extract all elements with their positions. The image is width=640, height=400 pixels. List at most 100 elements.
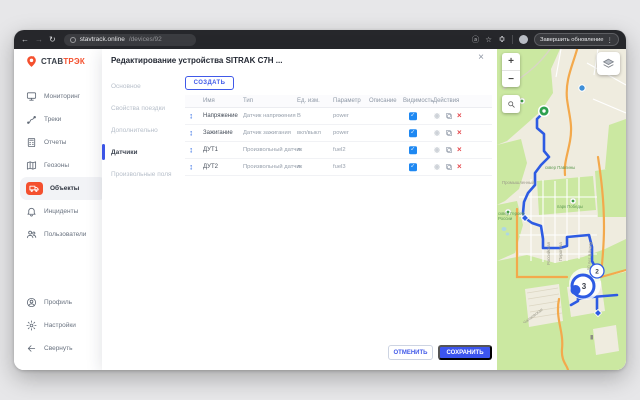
copy-icon[interactable] [445,163,453,171]
layers-icon [602,57,615,70]
app-root: СТАВТРЭК Мониторинг Треки Отчеты [14,49,626,370]
map-layers-button[interactable] [597,52,620,75]
row-actions: × [433,163,462,171]
finish-update-label: Завершить обновление [540,37,604,43]
cancel-button[interactable]: ОТМЕНИТЬ [388,345,433,360]
sensor-name: ДУТ2 [203,164,218,170]
tab-custom-fields[interactable]: Произвольные поля [102,163,182,185]
sensor-param: fuel3 [333,164,346,170]
visibility-checkbox[interactable]: ✓ [409,163,417,171]
poi-marker[interactable] [579,85,585,91]
sidebar-item-reports[interactable]: Отчеты [20,131,106,154]
sidebar-item-label: Объекты [50,185,79,192]
chrome-menu-icon[interactable]: ⋮ [607,36,614,44]
col-actions: Действия [433,98,459,104]
sidebar-nav: Мониторинг Треки Отчеты Геозоны [14,85,112,246]
sensor-type: Произвольный датчик [243,147,302,153]
visibility-checkbox[interactable]: ✓ [409,146,417,154]
delete-icon[interactable]: × [457,112,462,120]
table-row: ↕ ДУТ2 Произвольный датчик л fuel3 ✓ × [185,159,492,176]
copy-icon[interactable] [445,146,453,154]
profile-avatar[interactable] [519,35,528,44]
visibility-checkbox[interactable]: ✓ [409,129,417,137]
sensor-name: Напряжение [203,113,238,119]
map[interactable]: 3 2 Промышленный сквер Пав [497,49,626,370]
chrome-divider [512,35,513,44]
browser-chrome: ← → ↻ stavtrack.online/devices/92 ⓐ ☆ За… [14,30,626,49]
row-actions: × [433,112,462,120]
delete-icon[interactable]: × [457,129,462,137]
translate-icon[interactable]: ⓐ [472,36,480,44]
col-type: Тип [243,98,253,104]
panel-tabs: Основное Свойства поездки Дополнительно … [102,75,182,185]
sidebar-footer: Профиль Настройки Свернуть [14,291,112,360]
sidebar-item-geozones[interactable]: Геозоны [20,154,106,177]
visibility-checkbox[interactable]: ✓ [409,112,417,120]
col-desc: Описание [369,98,397,104]
map-search-button[interactable] [502,95,520,113]
sidebar-item-monitoring[interactable]: Мониторинг [20,85,106,108]
map-zoom-control: + − [502,53,520,87]
brand-pin-icon [25,55,38,68]
table-row: ↕ Зажигание Датчик зажигания вкл/выкл po… [185,125,492,142]
bookmark-star-icon[interactable]: ☆ [485,36,492,44]
site-info-icon[interactable] [70,37,76,43]
sidebar: СТАВТРЭК Мониторинг Треки Отчеты [14,49,112,370]
zoom-in-button[interactable]: + [502,53,520,70]
sidebar-item-incidents[interactable]: Инциденты [20,200,106,223]
brand-text: СТАВТРЭК [41,57,85,66]
tab-additional[interactable]: Дополнительно [102,119,182,141]
sensor-type: Датчик зажигания [243,130,291,136]
copy-icon[interactable] [445,112,453,120]
drag-handle-icon[interactable]: ↕ [189,163,193,172]
copy-icon[interactable] [445,129,453,137]
zoom-out-button[interactable]: − [502,70,520,87]
settings-icon[interactable] [433,146,441,154]
truck-icon [26,182,43,195]
save-button[interactable]: СОХРАНИТЬ [438,345,492,360]
sidebar-item-settings[interactable]: Настройки [20,314,106,337]
settings-icon[interactable] [433,163,441,171]
sensor-param: power [333,130,349,136]
drag-handle-icon[interactable]: ↕ [189,129,193,138]
map-icon [26,160,37,171]
route-icon [26,114,37,125]
address-bar[interactable]: stavtrack.online/devices/92 [64,34,196,46]
back-icon[interactable]: ← [21,36,29,44]
sidebar-item-profile[interactable]: Профиль [20,291,106,314]
sidebar-item-tracks[interactable]: Треки [20,108,106,131]
sidebar-item-users[interactable]: Пользователи [20,223,106,246]
delete-icon[interactable]: × [457,146,462,154]
sidebar-item-objects[interactable]: Объекты [20,177,106,200]
settings-icon[interactable] [433,129,441,137]
brand-logo[interactable]: СТАВТРЭК [25,55,85,68]
sidebar-item-label: Отчеты [44,139,66,146]
sensor-unit: л [297,147,300,153]
tab-trip-properties[interactable]: Свойства поездки [102,97,182,119]
delete-icon[interactable]: × [457,163,462,171]
sensor-type: Датчик напряжения [243,113,296,119]
table-row: ↕ Напряжение Датчик напряжения В power ✓… [185,108,492,125]
drag-handle-icon[interactable]: ↕ [189,146,193,155]
sensor-unit: В [297,113,301,119]
settings-icon[interactable] [433,112,441,120]
url-host: stavtrack.online [80,36,125,43]
finish-update-button[interactable]: Завершить обновление ⋮ [534,33,619,46]
street-label: Промышленный [502,180,535,185]
drag-handle-icon[interactable]: ↕ [189,112,193,121]
extensions-icon[interactable] [498,35,506,45]
close-icon[interactable]: × [478,53,484,63]
sidebar-item-collapse[interactable]: Свернуть [20,337,106,360]
reload-icon[interactable]: ↻ [49,36,56,44]
gear-icon [26,320,37,331]
sidebar-item-label: Настройки [44,322,76,329]
bell-icon [26,206,37,217]
create-button[interactable]: СОЗДАТЬ [185,76,234,90]
calculator-icon [26,137,37,148]
forward-icon[interactable]: → [35,36,43,44]
row-actions: × [433,146,462,154]
arrow-left-icon [26,343,37,354]
tab-sensors[interactable]: Датчики [102,141,182,163]
sidebar-item-label: Профиль [44,299,72,306]
tab-main[interactable]: Основное [102,75,182,97]
